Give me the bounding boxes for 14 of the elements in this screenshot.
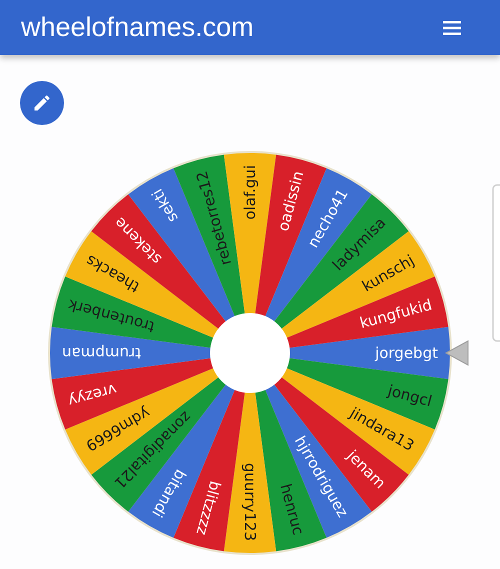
wheel-name: olaf.gui xyxy=(241,165,259,220)
wheel-name: jongcl xyxy=(386,381,434,410)
wheel-name: jorgebgt xyxy=(375,344,438,362)
wheel-name: blitzzzz xyxy=(192,478,224,537)
pencil-icon xyxy=(32,93,52,113)
wheel-name: vrezyy xyxy=(66,380,119,410)
wheel-name: guurry123 xyxy=(241,462,259,541)
menu-icon[interactable] xyxy=(443,20,461,36)
pointer-icon xyxy=(444,340,468,366)
wheel-name: trumpman xyxy=(62,344,141,362)
site-title[interactable]: wheelofnames.com xyxy=(21,12,254,43)
wheel-name: oadissin xyxy=(274,169,308,234)
wheel-drawing[interactable] xyxy=(48,151,452,555)
edit-button[interactable] xyxy=(20,81,64,125)
